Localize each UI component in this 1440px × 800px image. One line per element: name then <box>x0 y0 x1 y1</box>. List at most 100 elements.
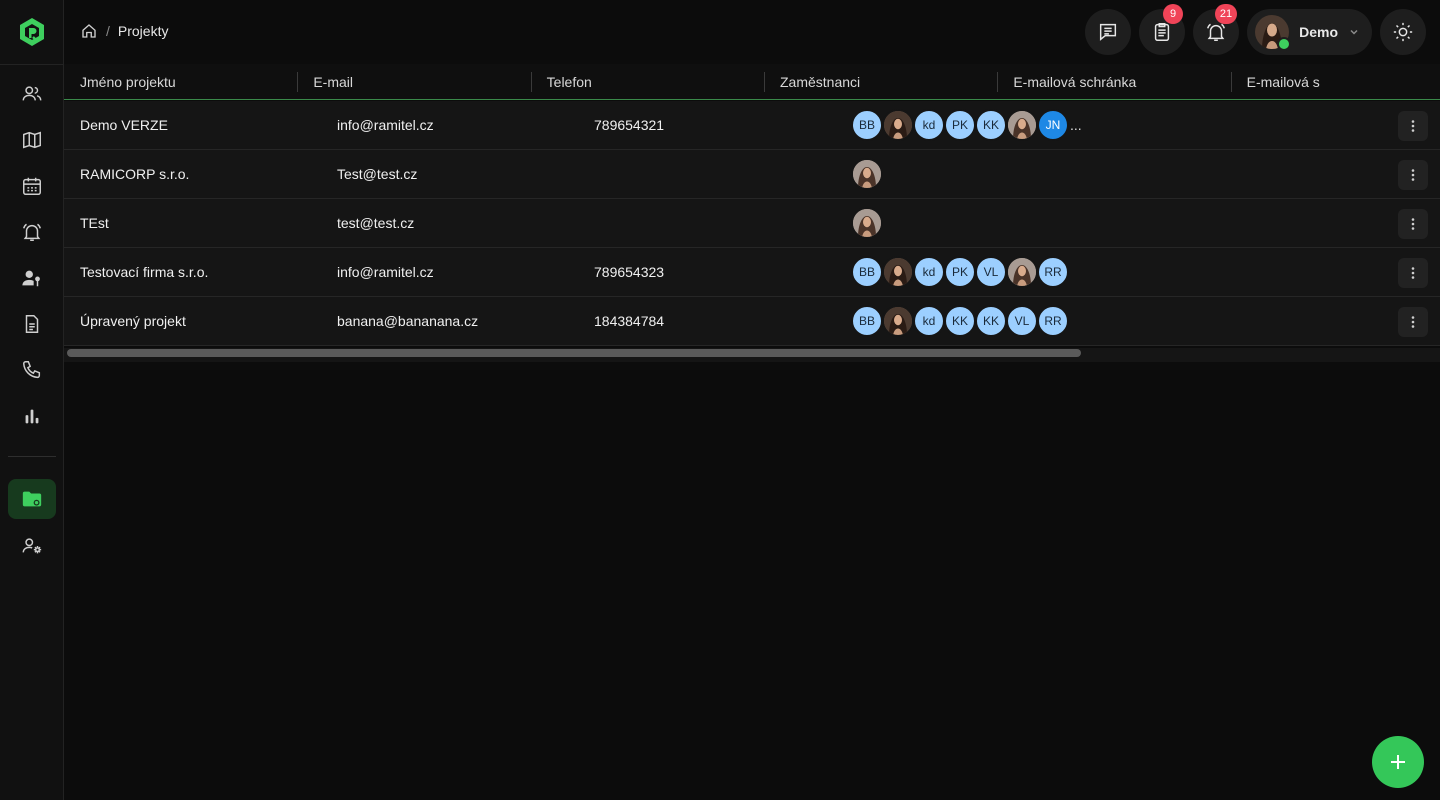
employees-cell: BB kd PK VL RR <box>835 256 1092 288</box>
avatar[interactable]: PK <box>944 109 976 141</box>
sidebar-item-statistics[interactable] <box>8 396 56 436</box>
sidebar-item-user-settings[interactable] <box>8 526 56 566</box>
sun-icon <box>1393 22 1413 42</box>
users-icon <box>22 86 42 101</box>
avatar[interactable]: BB <box>851 305 883 337</box>
sidebar-divider <box>0 64 64 65</box>
sidebar-item-map[interactable] <box>8 120 56 160</box>
table-row[interactable]: Demo VERZE info@ramitel.cz 789654321 BB kd PK… <box>64 101 1440 150</box>
sidebar-item-users[interactable] <box>8 74 56 114</box>
sidebar-item-calls[interactable] <box>8 350 56 390</box>
column-header[interactable]: E-mail <box>297 64 530 100</box>
avatar[interactable]: VL <box>975 256 1007 288</box>
avatar[interactable] <box>851 158 883 190</box>
bell-ring-icon <box>23 223 41 241</box>
column-header[interactable]: Jméno projektu <box>64 64 297 100</box>
tasks-button[interactable]: 9 <box>1139 4 1186 55</box>
project-name-cell: Testovací firma s.r.o. <box>80 264 209 280</box>
user-settings-icon <box>22 538 42 554</box>
avatar-group <box>851 207 1092 239</box>
sidebar-item-projects[interactable] <box>8 479 56 519</box>
avatar[interactable] <box>851 207 883 239</box>
employees-cell: BB kd PK KK JN... <box>835 109 1092 141</box>
avatar[interactable] <box>882 256 914 288</box>
notifications-button[interactable]: 21 <box>1193 4 1240 55</box>
more-vertical-icon <box>1411 169 1415 181</box>
more-vertical-icon <box>1411 316 1415 328</box>
sidebar <box>0 0 64 800</box>
table-row[interactable]: RAMICORP s.r.o. Test@test.cz <box>64 150 1440 199</box>
email-cell: info@ramitel.cz <box>337 264 434 280</box>
table-body: Demo VERZE info@ramitel.cz 789654321 BB kd PK… <box>64 101 1440 346</box>
sidebar-item-alerts[interactable] <box>8 212 56 252</box>
avatar[interactable]: BB <box>851 256 883 288</box>
avatar[interactable]: kd <box>913 256 945 288</box>
sidebar-item-people-access[interactable] <box>8 258 56 298</box>
theme-toggle-button[interactable] <box>1380 9 1426 55</box>
avatar-group: BB kd KK KK VL RR <box>851 305 1092 337</box>
row-actions-button[interactable] <box>1398 160 1428 190</box>
avatar <box>1255 15 1292 51</box>
document-icon <box>25 315 39 333</box>
breadcrumb-current: Projekty <box>117 23 169 39</box>
add-project-button[interactable] <box>1372 736 1424 788</box>
project-name-cell: Demo VERZE <box>80 117 168 133</box>
message-square-icon <box>1100 23 1117 41</box>
avatar[interactable]: kd <box>913 305 945 337</box>
topbar-actions: 9 21 Demo <box>1085 4 1426 56</box>
row-actions-button[interactable] <box>1398 209 1428 239</box>
user-key-icon <box>22 270 40 287</box>
avatar[interactable]: KK <box>944 305 976 337</box>
avatar[interactable]: RR <box>1037 256 1069 288</box>
table-row[interactable]: Testovací firma s.r.o. info@ramitel.cz 789… <box>64 248 1440 297</box>
user-menu-button[interactable]: Demo <box>1247 9 1372 55</box>
sidebar-item-calendar[interactable] <box>8 166 56 206</box>
avatar[interactable]: KK <box>975 305 1007 337</box>
row-actions-button[interactable] <box>1398 111 1428 141</box>
more-employees-indicator: ... <box>1070 117 1082 133</box>
avatar[interactable]: PK <box>944 256 976 288</box>
chevron-down-icon <box>1350 29 1358 35</box>
row-actions-button[interactable] <box>1398 307 1428 337</box>
user-name: Demo <box>1299 24 1338 40</box>
avatar[interactable]: kd <box>913 109 945 141</box>
home-icon[interactable] <box>80 22 98 40</box>
online-status-dot <box>1277 37 1292 51</box>
avatar[interactable] <box>882 109 914 141</box>
column-header[interactable]: Telefon <box>530 64 764 100</box>
column-header[interactable]: E-mailová s <box>1230 64 1440 100</box>
avatar-group <box>851 158 1092 190</box>
folder-gear-icon <box>22 491 42 507</box>
breadcrumb: / Projekty <box>80 22 168 40</box>
email-cell: Test@test.cz <box>337 166 418 182</box>
sidebar-item-documents[interactable] <box>8 304 56 344</box>
avatar[interactable]: BB <box>851 109 883 141</box>
avatar[interactable] <box>882 305 914 337</box>
phone-cell: 184384784 <box>594 313 665 329</box>
avatar[interactable]: VL <box>1006 305 1038 337</box>
phone-icon <box>23 361 41 379</box>
calendar-icon <box>23 177 41 195</box>
clipboard-icon <box>1154 23 1170 41</box>
email-cell: banana@bananana.cz <box>337 313 479 329</box>
table-row[interactable]: TEst test@test.cz <box>64 199 1440 248</box>
map-icon <box>23 131 41 149</box>
avatar[interactable]: KK <box>975 109 1007 141</box>
column-header[interactable]: Zaměstnanci <box>763 64 997 100</box>
app-logo[interactable] <box>16 16 48 48</box>
avatar[interactable] <box>1006 256 1038 288</box>
phone-cell: 789654323 <box>594 264 665 280</box>
row-actions-button[interactable] <box>1398 258 1428 288</box>
table-row[interactable]: Úpravený projekt banana@bananana.cz 184384… <box>64 297 1440 346</box>
employees-cell: BB kd KK KK VL RR <box>835 305 1092 337</box>
messages-button[interactable] <box>1085 9 1132 55</box>
project-name-cell: Úpravený projekt <box>80 313 186 329</box>
email-cell: test@test.cz <box>337 215 415 231</box>
more-vertical-icon <box>1411 120 1415 132</box>
avatar[interactable]: RR <box>1037 305 1069 337</box>
column-header[interactable]: E-mailová schránka <box>997 64 1230 100</box>
avatar[interactable]: JN <box>1037 109 1069 141</box>
app-root: / Projekty 9 21 Demo Jméno projektu E-ma… <box>0 0 1440 800</box>
avatar[interactable] <box>1006 109 1038 141</box>
horizontal-scrollbar-thumb[interactable] <box>67 349 1081 357</box>
